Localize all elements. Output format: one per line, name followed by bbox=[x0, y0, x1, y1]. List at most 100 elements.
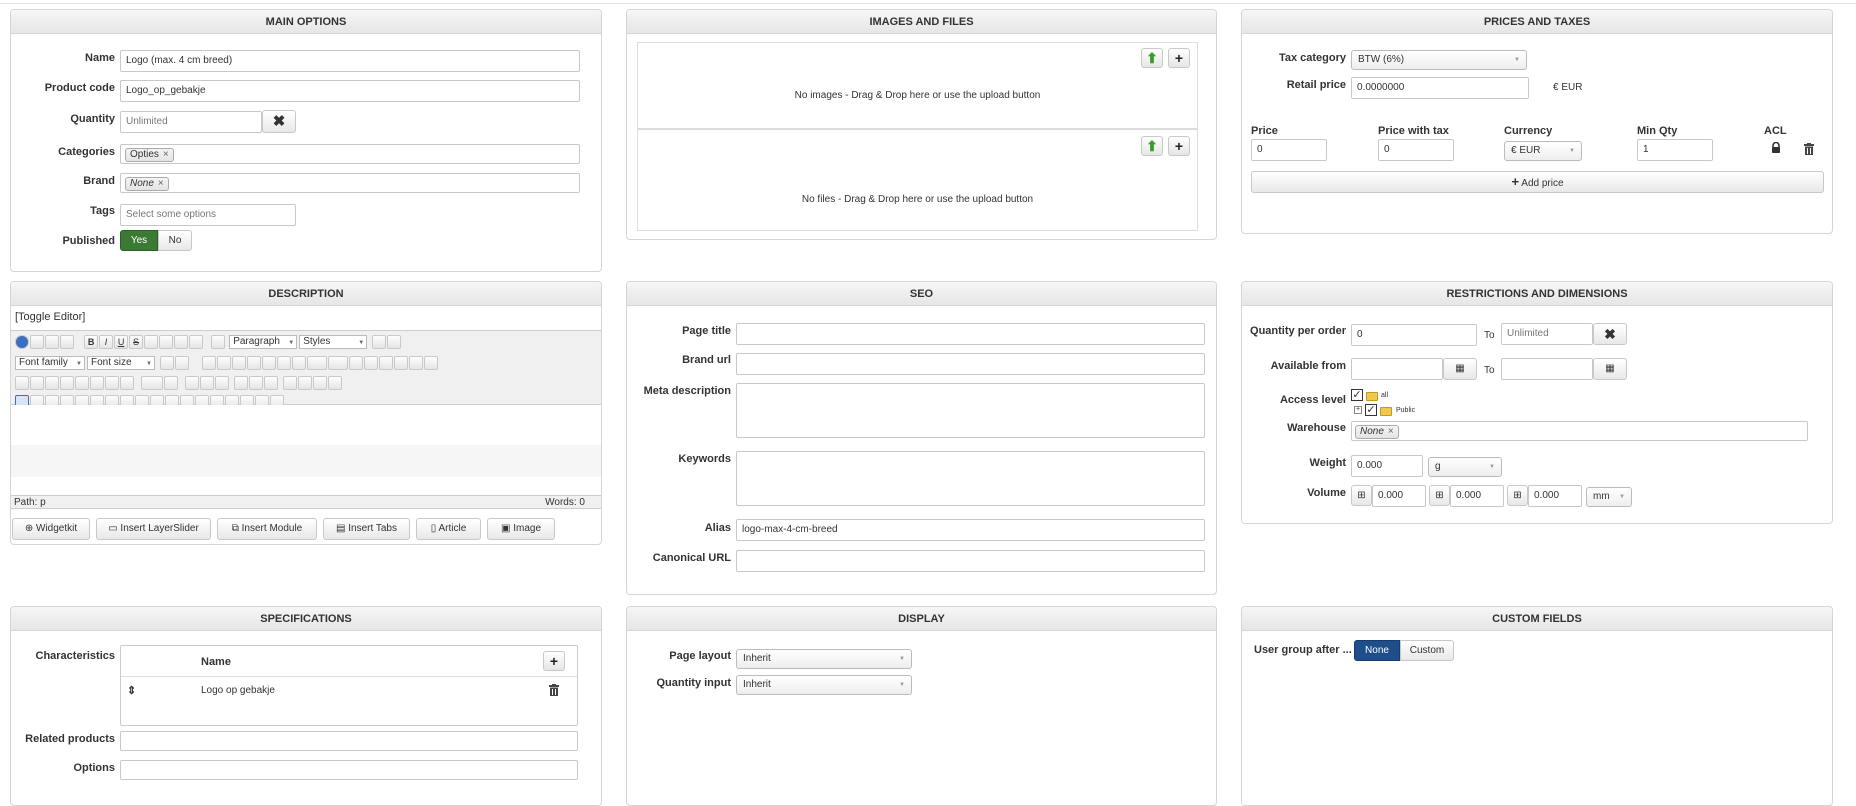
cleanup-icon[interactable] bbox=[387, 335, 402, 349]
align-left-icon[interactable] bbox=[144, 335, 159, 349]
published-yes-button[interactable]: Yes bbox=[120, 230, 158, 251]
subscript-icon[interactable] bbox=[349, 356, 364, 370]
indent-icon[interactable] bbox=[277, 356, 292, 370]
underline-icon[interactable]: U bbox=[114, 335, 129, 349]
merge-cells-icon[interactable] bbox=[298, 376, 312, 390]
volume-unit-select[interactable]: mm bbox=[1586, 487, 1632, 507]
replace-icon[interactable] bbox=[120, 376, 134, 390]
redo-icon[interactable] bbox=[60, 335, 74, 349]
width-field[interactable]: 0.000 bbox=[1450, 485, 1504, 507]
article-button[interactable]: ▯ Article bbox=[416, 518, 481, 540]
category-chip[interactable]: Opties × bbox=[125, 148, 174, 162]
paste-word-icon[interactable] bbox=[262, 356, 277, 370]
meta-description-field[interactable] bbox=[736, 383, 1205, 438]
insert-layerslider-button[interactable]: ▭ Insert LayerSlider bbox=[96, 518, 211, 540]
available-to-field[interactable] bbox=[1501, 358, 1593, 380]
quantity-max-field[interactable]: Unlimited bbox=[1501, 323, 1593, 345]
product-code-field[interactable]: Logo_op_gebakje bbox=[120, 80, 580, 102]
highlight-icon[interactable] bbox=[175, 356, 190, 370]
col-before-icon[interactable] bbox=[234, 376, 248, 390]
related-products-field[interactable] bbox=[120, 731, 578, 751]
cell-props-icon[interactable] bbox=[313, 376, 327, 390]
options-field[interactable] bbox=[120, 760, 578, 780]
find-icon[interactable] bbox=[105, 376, 119, 390]
superscript-icon[interactable] bbox=[364, 356, 379, 370]
table-props-icon[interactable] bbox=[164, 376, 178, 390]
weight-field[interactable]: 0.000 bbox=[1351, 455, 1423, 477]
text-color-icon[interactable] bbox=[160, 356, 175, 370]
align-justify-icon[interactable] bbox=[189, 335, 204, 349]
ltr-icon[interactable] bbox=[15, 376, 29, 390]
delete-col-icon[interactable] bbox=[264, 376, 278, 390]
height-field[interactable]: 0.000 bbox=[1528, 485, 1582, 507]
available-from-field[interactable] bbox=[1351, 358, 1443, 380]
eraser-icon[interactable] bbox=[372, 335, 387, 349]
bold-icon[interactable]: B bbox=[84, 335, 99, 349]
brand-field[interactable]: None × bbox=[120, 173, 580, 193]
price-field[interactable]: 0 bbox=[1251, 139, 1327, 161]
alias-field[interactable]: logo-max-4-cm-breed bbox=[736, 519, 1205, 541]
delete-row-icon[interactable] bbox=[215, 376, 229, 390]
row-props-icon[interactable] bbox=[328, 376, 342, 390]
col-after-icon[interactable] bbox=[249, 376, 263, 390]
blockquote-icon[interactable] bbox=[211, 335, 226, 349]
upload-image-button[interactable]: ⬆ bbox=[1141, 48, 1163, 68]
weight-unit-select[interactable]: g bbox=[1428, 457, 1502, 477]
table-icon[interactable] bbox=[141, 376, 163, 390]
warehouse-field[interactable]: None × bbox=[1351, 421, 1808, 441]
align-center-icon[interactable] bbox=[159, 335, 174, 349]
add-characteristic-button[interactable]: + bbox=[543, 651, 565, 671]
align-right-icon[interactable] bbox=[174, 335, 189, 349]
canonical-url-field[interactable] bbox=[736, 550, 1205, 572]
trash-icon[interactable] bbox=[1804, 143, 1814, 155]
available-from-calendar-button[interactable]: ▦ bbox=[1443, 358, 1477, 380]
upload-file-button[interactable]: ⬆ bbox=[1141, 136, 1163, 156]
anchor-icon[interactable] bbox=[379, 356, 394, 370]
outdent-icon[interactable] bbox=[292, 356, 307, 370]
quantity-input-select[interactable]: Inherit bbox=[736, 675, 912, 695]
cut-icon[interactable] bbox=[202, 356, 217, 370]
print-icon[interactable] bbox=[90, 376, 104, 390]
paste-icon[interactable] bbox=[232, 356, 247, 370]
link-icon[interactable] bbox=[394, 356, 409, 370]
currency-select[interactable]: € EUR bbox=[1504, 141, 1582, 161]
drag-handle-icon[interactable]: ⇕ bbox=[127, 684, 136, 697]
italic-icon[interactable]: I bbox=[99, 335, 114, 349]
quantity-field[interactable]: Unlimited bbox=[120, 111, 262, 133]
remove-chip-icon[interactable]: × bbox=[1388, 426, 1394, 437]
available-to-calendar-button[interactable]: ▦ bbox=[1593, 358, 1627, 380]
add-file-button[interactable]: + bbox=[1168, 136, 1190, 156]
brand-url-field[interactable] bbox=[736, 353, 1205, 375]
brand-chip[interactable]: None × bbox=[125, 177, 169, 191]
insert-tabs-button[interactable]: ▤ Insert Tabs bbox=[323, 518, 410, 540]
categories-field[interactable]: Opties × bbox=[120, 144, 580, 164]
editor-content-area[interactable] bbox=[11, 405, 601, 477]
images-dropzone[interactable]: No images - Drag & Drop here or use the … bbox=[637, 42, 1198, 129]
copy-icon[interactable] bbox=[217, 356, 232, 370]
rtl-icon[interactable] bbox=[30, 376, 44, 390]
row-after-icon[interactable] bbox=[200, 376, 214, 390]
image-button[interactable]: ▣ Image bbox=[487, 518, 555, 540]
insert-module-button[interactable]: ⧉ Insert Module bbox=[217, 518, 317, 540]
bullet-list-icon[interactable] bbox=[328, 356, 349, 370]
keywords-field[interactable] bbox=[736, 451, 1205, 506]
page-layout-select[interactable]: Inherit bbox=[736, 649, 912, 669]
widgetkit-button[interactable]: ⊕ Widgetkit bbox=[12, 518, 90, 540]
name-field[interactable]: Logo (max. 4 cm breed) bbox=[120, 50, 580, 72]
remove-chip-icon[interactable]: × bbox=[158, 178, 164, 189]
font-family-select[interactable]: Font family bbox=[15, 356, 85, 370]
length-field[interactable]: 0.000 bbox=[1372, 485, 1426, 507]
numbered-list-icon[interactable] bbox=[307, 356, 328, 370]
fullscreen-icon[interactable] bbox=[45, 376, 59, 390]
split-cells-icon[interactable] bbox=[283, 376, 297, 390]
remove-chip-icon[interactable]: × bbox=[163, 149, 169, 160]
add-price-button[interactable]: + Add price bbox=[1251, 171, 1824, 193]
lock-icon[interactable] bbox=[1771, 141, 1781, 153]
published-no-button[interactable]: No bbox=[158, 230, 192, 251]
quantity-max-clear-button[interactable]: ✖ bbox=[1593, 323, 1627, 345]
expand-tree-icon[interactable]: + bbox=[1354, 406, 1362, 414]
strikethrough-icon[interactable]: S bbox=[129, 335, 144, 349]
undo-icon[interactable] bbox=[45, 335, 59, 349]
access-public-checkbox[interactable]: ✓ bbox=[1365, 404, 1377, 416]
trash-icon[interactable] bbox=[549, 684, 559, 696]
